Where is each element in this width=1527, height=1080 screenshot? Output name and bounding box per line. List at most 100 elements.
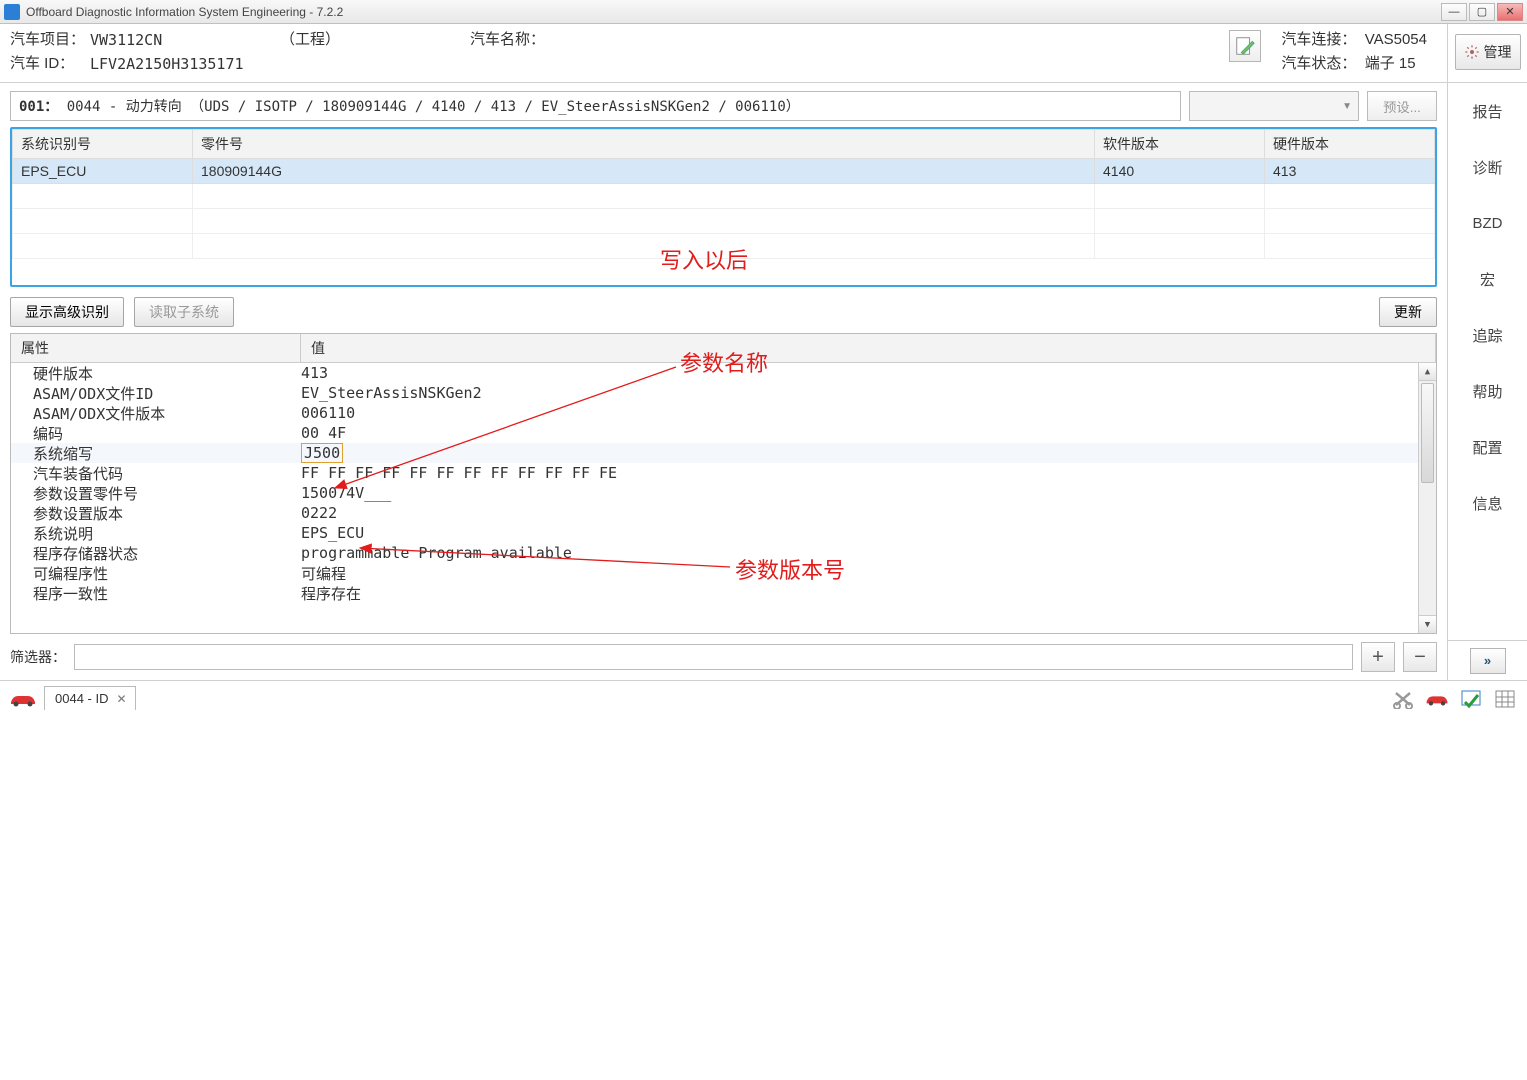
table-row[interactable]: EPS_ECU 180909144G 4140 413 <box>13 159 1435 184</box>
checklist-icon[interactable] <box>1457 687 1485 711</box>
properties-table: 属性 值 硬件版本413ASAM/ODX文件IDEV_SteerAssisNSK… <box>10 333 1437 634</box>
prop-row[interactable]: 系统缩写J500 <box>11 443 1436 463</box>
prop-val: 可编程 <box>301 563 1436 584</box>
cell-hw: 413 <box>1265 159 1435 184</box>
prop-val: programmable Program available <box>301 544 1436 562</box>
props-col-attr: 属性 <box>11 334 301 362</box>
app-icon <box>4 4 20 20</box>
path-prefix: 001： <box>19 96 58 116</box>
filter-input[interactable] <box>74 644 1353 670</box>
conn-label: 汽车连接： <box>1281 31 1356 48</box>
prop-attr: 程序存储器状态 <box>11 543 301 564</box>
grid-icon[interactable] <box>1491 687 1519 711</box>
titlebar: Offboard Diagnostic Information System E… <box>0 0 1527 24</box>
prop-attr: ASAM/ODX文件ID <box>11 383 301 404</box>
minimize-button[interactable]: — <box>1441 3 1467 21</box>
prop-row[interactable]: 程序一致性程序存在 <box>11 583 1436 603</box>
prop-row[interactable]: 系统说明EPS_ECU <box>11 523 1436 543</box>
variant-combo[interactable]: ▼ <box>1189 91 1359 121</box>
manage-label: 管理 <box>1484 42 1512 62</box>
side-tab-4[interactable]: 追踪 <box>1448 307 1527 363</box>
proj-value: VW3112CN <box>90 28 250 52</box>
manage-button[interactable]: 管理 <box>1455 34 1521 70</box>
cut-icon[interactable] <box>1389 687 1417 711</box>
col-sysid: 系统识别号 <box>13 130 193 159</box>
show-advanced-id-button[interactable]: 显示高级识别 <box>10 297 124 327</box>
prop-attr: 参数设置版本 <box>11 503 301 524</box>
window-title: Offboard Diagnostic Information System E… <box>26 5 1441 19</box>
props-scrollbar[interactable]: ▲ ▼ <box>1418 363 1436 633</box>
props-col-val: 值 <box>301 334 1436 362</box>
table-header-row: 系统识别号 零件号 软件版本 硬件版本 <box>13 130 1435 159</box>
read-subsystem-button[interactable]: 读取子系统 <box>134 297 234 327</box>
bottom-tab[interactable]: 0044 - ID ✕ <box>44 686 136 711</box>
side-tab-2[interactable]: BZD <box>1448 195 1527 251</box>
edit-note-button[interactable] <box>1229 30 1261 62</box>
bottom-tab-bar: 0044 - ID ✕ <box>0 680 1527 710</box>
cell-sw: 4140 <box>1095 159 1265 184</box>
path-text: 0044 - 动力转向 （UDS / ISOTP / 180909144G / … <box>67 96 800 116</box>
filter-label: 筛选器： <box>10 647 66 667</box>
prop-val: EV_SteerAssisNSKGen2 <box>301 384 1436 402</box>
state-value: 端子 15 <box>1365 55 1416 72</box>
prop-row[interactable]: ASAM/ODX文件版本006110 <box>11 403 1436 423</box>
prop-val: 0222 <box>301 504 1436 522</box>
name-label: 汽车名称： <box>470 28 545 52</box>
side-tabs: 报告诊断BZD宏追踪帮助配置信息 » <box>1447 83 1527 680</box>
prop-attr: 程序一致性 <box>11 583 301 604</box>
prop-attr: 硬件版本 <box>11 363 301 384</box>
ecu-path-field[interactable]: 001： 0044 - 动力转向 （UDS / ISOTP / 18090914… <box>10 91 1181 121</box>
prop-attr: 汽车装备代码 <box>11 463 301 484</box>
prop-val: 00 4F <box>301 424 1436 442</box>
scroll-thumb[interactable] <box>1421 383 1434 483</box>
close-button[interactable]: ✕ <box>1497 3 1523 21</box>
side-tab-5[interactable]: 帮助 <box>1448 363 1527 419</box>
id-label: 汽车 ID： <box>10 52 90 76</box>
maximize-button[interactable]: ▢ <box>1469 3 1495 21</box>
id-value: LFV2A2150H3135171 <box>90 52 250 76</box>
prop-row[interactable]: 参数设置版本0222 <box>11 503 1436 523</box>
tab-close-icon[interactable]: ✕ <box>116 692 126 706</box>
col-hw: 硬件版本 <box>1265 130 1435 159</box>
proj-label: 汽车项目： <box>10 28 90 52</box>
prop-attr: 编码 <box>11 423 301 444</box>
prop-val: 413 <box>301 364 1436 382</box>
cell-part: 180909144G <box>193 159 1095 184</box>
prop-row[interactable]: 可编程序性可编程 <box>11 563 1436 583</box>
filter-remove-button[interactable]: − <box>1403 642 1437 672</box>
prop-row[interactable]: 硬件版本413 <box>11 363 1436 383</box>
state-label: 汽车状态： <box>1281 55 1356 72</box>
side-tab-1[interactable]: 诊断 <box>1448 139 1527 195</box>
prop-row[interactable]: 编码00 4F <box>11 423 1436 443</box>
prop-row[interactable]: 程序存储器状态programmable Program available <box>11 543 1436 563</box>
prop-attr: 可编程序性 <box>11 563 301 584</box>
filter-add-button[interactable]: + <box>1361 642 1395 672</box>
col-part: 零件号 <box>193 130 1095 159</box>
side-tab-7[interactable]: 信息 <box>1448 475 1527 531</box>
prop-val: J500 <box>301 443 1436 463</box>
system-id-table-frame: 系统识别号 零件号 软件版本 硬件版本 EPS_ECU 180909144G 4… <box>10 127 1437 287</box>
prop-attr: 系统缩写 <box>11 443 301 464</box>
side-tab-3[interactable]: 宏 <box>1448 251 1527 307</box>
cell-sys: EPS_ECU <box>13 159 193 184</box>
side-expand-button[interactable]: » <box>1470 648 1506 674</box>
col-sw: 软件版本 <box>1095 130 1265 159</box>
conn-value: VAS5054 <box>1365 31 1427 48</box>
update-button[interactable]: 更新 <box>1379 297 1437 327</box>
scroll-up-button[interactable]: ▲ <box>1419 363 1436 381</box>
prop-row[interactable]: ASAM/ODX文件IDEV_SteerAssisNSKGen2 <box>11 383 1436 403</box>
prop-val: 程序存在 <box>301 583 1436 604</box>
side-tab-6[interactable]: 配置 <box>1448 419 1527 475</box>
prop-row[interactable]: 参数设置零件号150074V___ <box>11 483 1436 503</box>
prop-val: FF FF FF FF FF FF FF FF FF FF FF FE <box>301 464 1436 482</box>
prop-row[interactable]: 汽车装备代码FF FF FF FF FF FF FF FF FF FF FF F… <box>11 463 1436 483</box>
prop-attr: 参数设置零件号 <box>11 483 301 504</box>
chevron-down-icon: ▼ <box>1342 101 1352 112</box>
car-icon <box>8 690 38 708</box>
car-icon-small[interactable] <box>1423 687 1451 711</box>
scroll-down-button[interactable]: ▼ <box>1419 615 1436 633</box>
side-tab-0[interactable]: 报告 <box>1448 83 1527 139</box>
bottom-tab-label: 0044 - ID <box>55 691 108 706</box>
prop-val: 006110 <box>301 404 1436 422</box>
preset-button[interactable]: 预设... <box>1367 91 1437 121</box>
